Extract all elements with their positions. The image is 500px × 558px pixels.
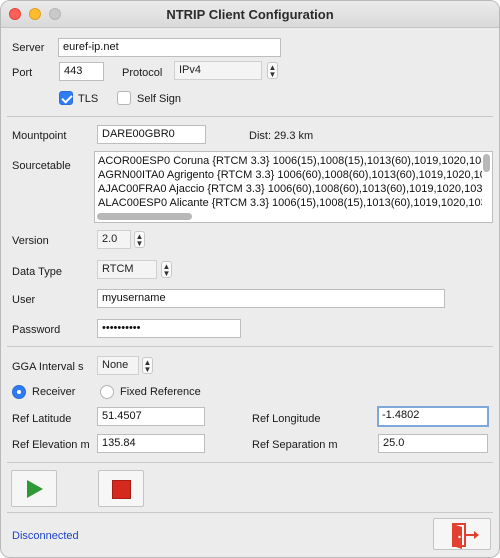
list-item[interactable]: ACOR00ESP0 Coruna {RTCM 3.3} 1006(15),10… bbox=[98, 154, 482, 168]
distance-text: Dist: 29.3 km bbox=[249, 130, 314, 142]
section-divider bbox=[7, 346, 493, 347]
ref-separation-input[interactable]: 25.0 bbox=[378, 434, 488, 453]
gga-interval-select[interactable]: None bbox=[97, 356, 139, 375]
play-icon bbox=[27, 480, 43, 498]
sourcetable-vertical-scrollbar[interactable] bbox=[483, 154, 490, 172]
gga-interval-label: GGA Interval s bbox=[12, 361, 84, 373]
ref-separation-label: Ref Separation m bbox=[252, 439, 338, 451]
receiver-radio[interactable] bbox=[12, 385, 26, 399]
self-sign-label: Self Sign bbox=[137, 93, 182, 105]
version-stepper-icon[interactable]: ▲ ▼ bbox=[134, 231, 145, 248]
sourcetable-horizontal-scrollbar[interactable] bbox=[97, 213, 192, 220]
user-label: User bbox=[12, 294, 36, 306]
ref-elevation-input[interactable]: 135.84 bbox=[97, 434, 205, 453]
section-divider bbox=[7, 116, 493, 117]
sourcetable-rows: ACOR00ESP0 Coruna {RTCM 3.3} 1006(15),10… bbox=[98, 154, 482, 210]
datatype-stepper-icon[interactable]: ▲ ▼ bbox=[161, 261, 172, 278]
ntrip-config-window: NTRIP Client Configuration Server euref-… bbox=[0, 0, 500, 558]
password-label: Password bbox=[12, 324, 61, 336]
section-divider bbox=[7, 462, 493, 463]
password-input[interactable]: •••••••••• bbox=[97, 319, 241, 338]
server-input[interactable]: euref-ip.net bbox=[58, 38, 281, 57]
section-divider bbox=[7, 512, 493, 513]
exit-button[interactable] bbox=[433, 518, 491, 550]
gga-interval-stepper-icon[interactable]: ▲ ▼ bbox=[142, 357, 153, 374]
server-label: Server bbox=[12, 42, 45, 54]
title-bar: NTRIP Client Configuration bbox=[1, 1, 499, 28]
version-label: Version bbox=[12, 235, 49, 247]
ref-elevation-label: Ref Elevation m bbox=[12, 439, 90, 451]
port-label: Port bbox=[12, 67, 33, 79]
protocol-select[interactable]: IPv4 bbox=[174, 61, 262, 80]
datatype-select[interactable]: RTCM bbox=[97, 260, 157, 279]
list-item[interactable]: AGRN00ITA0 Agrigento {RTCM 3.3} 1006(60)… bbox=[98, 168, 482, 182]
ref-latitude-label: Ref Latitude bbox=[12, 413, 72, 425]
receiver-label: Receiver bbox=[32, 386, 76, 398]
exit-door-icon bbox=[452, 523, 479, 549]
protocol-stepper-icon[interactable]: ▲ ▼ bbox=[267, 62, 278, 79]
user-input[interactable]: myusername bbox=[97, 289, 445, 308]
ref-latitude-input[interactable]: 51.4507 bbox=[97, 407, 205, 426]
stop-icon bbox=[112, 480, 131, 499]
ref-longitude-label: Ref Longitude bbox=[252, 413, 321, 425]
connection-status-text: Disconnected bbox=[12, 530, 79, 542]
protocol-label: Protocol bbox=[122, 67, 163, 79]
window-title: NTRIP Client Configuration bbox=[166, 7, 334, 22]
disconnect-button[interactable] bbox=[98, 470, 144, 507]
tls-label: TLS bbox=[78, 93, 99, 105]
ref-longitude-input[interactable]: -1.4802 bbox=[377, 406, 489, 427]
self-sign-checkbox[interactable] bbox=[117, 91, 131, 105]
fixed-reference-radio[interactable] bbox=[100, 385, 114, 399]
sourcetable-label: Sourcetable bbox=[12, 160, 71, 172]
tls-checkbox[interactable] bbox=[59, 91, 73, 105]
mountpoint-label: Mountpoint bbox=[12, 130, 67, 142]
sourcetable-list[interactable]: ACOR00ESP0 Coruna {RTCM 3.3} 1006(15),10… bbox=[94, 151, 493, 223]
port-input[interactable]: 443 bbox=[59, 62, 104, 81]
list-item[interactable]: AJAC00FRA0 Ajaccio {RTCM 3.3} 1006(60),1… bbox=[98, 182, 482, 196]
list-item[interactable]: ALAC00ESP0 Alicante {RTCM 3.3} 1006(15),… bbox=[98, 196, 482, 210]
version-select[interactable]: 2.0 bbox=[97, 230, 131, 249]
connect-button[interactable] bbox=[11, 470, 57, 507]
fixed-reference-label: Fixed Reference bbox=[120, 386, 201, 398]
mountpoint-input[interactable]: DARE00GBR0 bbox=[97, 125, 206, 144]
datatype-label: Data Type bbox=[12, 266, 62, 278]
